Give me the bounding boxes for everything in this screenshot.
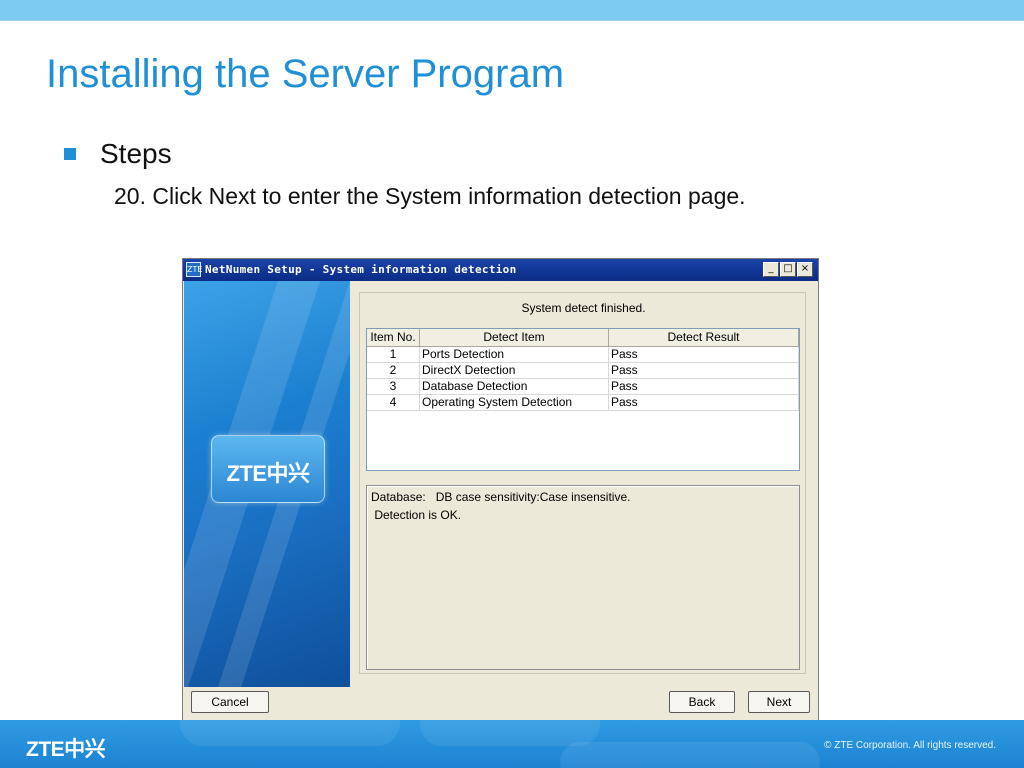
bullet-text: Steps [100,138,172,169]
detect-status: System detect finished. [521,301,646,315]
cell-detect-item: Ports Detection [420,347,609,363]
detection-info-box[interactable]: Database: DB case sensitivity:Case insen… [366,485,800,670]
info-line-database: Database: DB case sensitivity:Case insen… [371,490,631,504]
step-instruction: 20. Click Next to enter the System infor… [114,183,746,209]
footer-decor-wave [180,720,400,746]
footer-zte-logo: ZTE中兴 [26,738,106,761]
window-app-icon[interactable]: ZTE [186,262,202,277]
column-header-detect-result[interactable]: Detect Result [609,329,799,347]
cell-item-no: 3 [367,379,420,395]
copyright-text: © ZTE Corporation. All rights reserved. [824,740,996,751]
table-row[interactable]: 4 Operating System Detection Pass [367,395,799,411]
square-bullet-icon [64,148,76,160]
cell-detect-result: Pass [609,395,799,411]
window-titlebar[interactable]: ZTE NetNumen Setup - System information … [183,259,818,281]
top-decor-band [0,0,1024,21]
cell-detect-result: Pass [609,379,799,395]
table-row[interactable]: 2 DirectX Detection Pass [367,363,799,379]
cell-item-no: 1 [367,347,420,363]
cell-detect-item: Operating System Detection [420,395,609,411]
cancel-button[interactable]: Cancel [191,691,269,713]
back-button[interactable]: Back [669,691,735,713]
cell-detect-result: Pass [609,347,799,363]
zte-logo-badge: ZTE中兴 [211,435,325,503]
footer-decor-wave [560,742,820,768]
bullet-row: Steps [64,138,172,170]
column-header-item-no[interactable]: Item No. [367,329,420,347]
close-icon[interactable]: × [797,262,813,277]
table-row[interactable]: 1 Ports Detection Pass [367,347,799,363]
detect-results-table[interactable]: Item No. Detect Item Detect Result 1 Por… [366,328,800,471]
cell-item-no: 2 [367,363,420,379]
footer-band: ZTE中兴 © ZTE Corporation. All rights rese… [0,720,1024,768]
cell-detect-item: DirectX Detection [420,363,609,379]
column-header-detect-item[interactable]: Detect Item [420,329,609,347]
side-banner: ZTE中兴 [184,281,350,687]
zte-logo-text: ZTE中兴 [226,461,310,486]
maximize-icon[interactable]: □ [780,262,796,277]
info-line-detection: Detection is OK. [371,508,462,522]
cell-detect-item: Database Detection [420,379,609,395]
table-header: Item No. Detect Item Detect Result [367,329,799,347]
window-title: NetNumen Setup - System information dete… [205,263,517,276]
table-row[interactable]: 3 Database Detection Pass [367,379,799,395]
setup-window: ZTE NetNumen Setup - System information … [182,258,819,722]
cell-detect-result: Pass [609,363,799,379]
slide-title: Installing the Server Program [46,52,565,96]
cell-item-no: 4 [367,395,420,411]
minimize-icon[interactable]: _ [763,262,779,277]
next-button[interactable]: Next [748,691,810,713]
